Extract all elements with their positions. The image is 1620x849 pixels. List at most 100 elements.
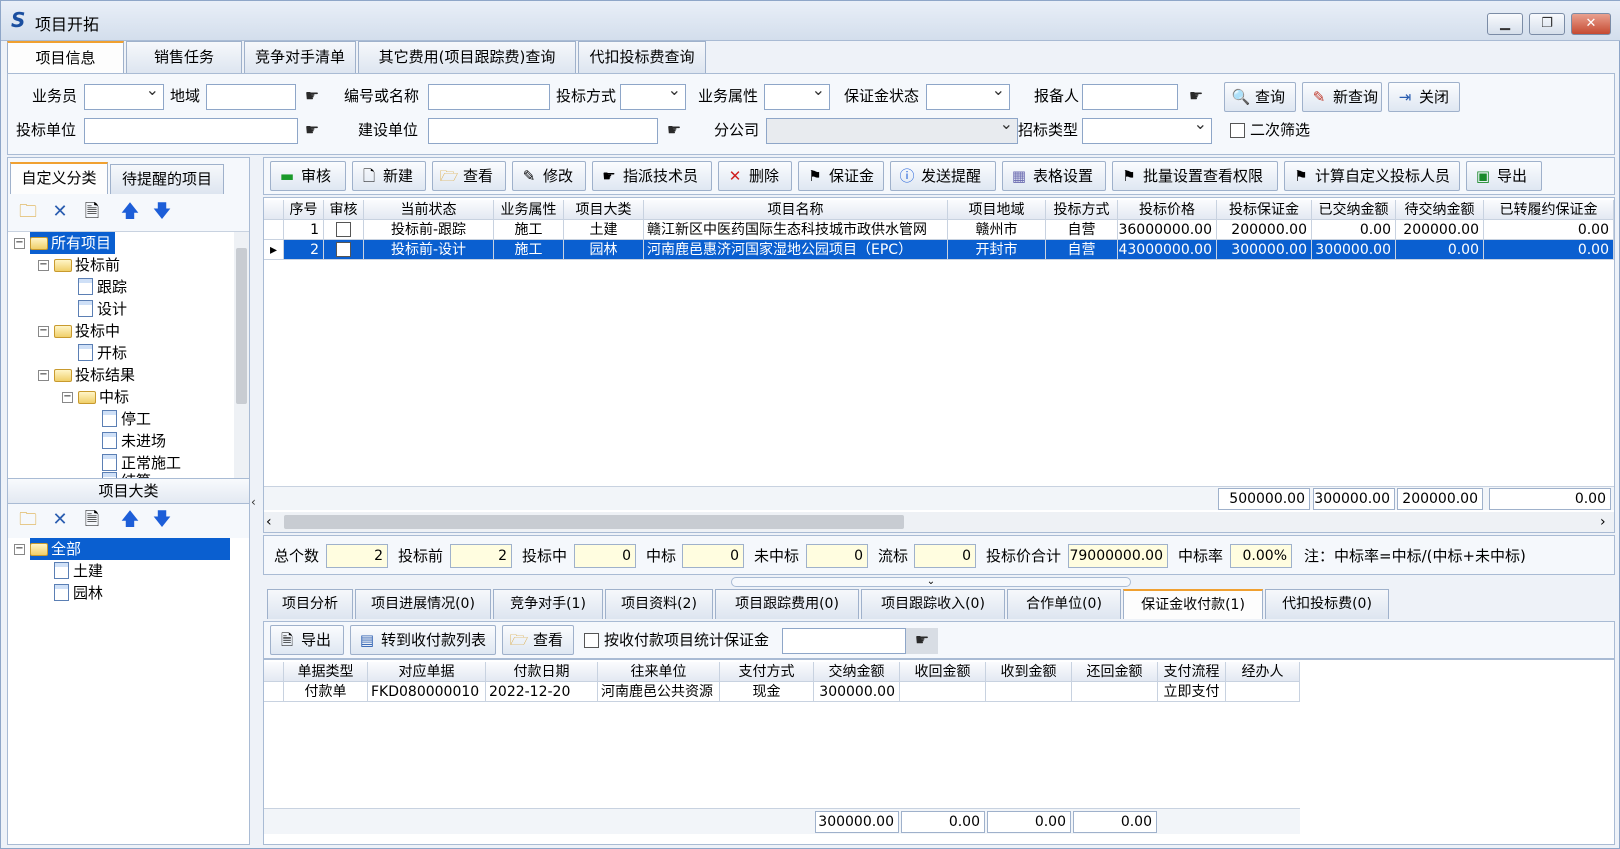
tree-node[interactable]: 投标结果: [54, 364, 135, 386]
second-filter-checkbox[interactable]: [1230, 123, 1245, 138]
tab-tracking-cost[interactable]: 项目跟踪费用(0): [715, 589, 859, 619]
tree-node[interactable]: 设计: [78, 298, 127, 320]
delete-icon[interactable]: ✕: [46, 506, 74, 534]
reporter-input[interactable]: [1082, 84, 1178, 110]
batch-permission-button[interactable]: ⚑ 批量设置查看权限: [1112, 161, 1278, 191]
column-header[interactable]: 项目地域: [948, 200, 1046, 220]
tab-tracking-income[interactable]: 项目跟踪收入(0): [861, 589, 1005, 619]
edit-icon[interactable]: 🗎: [78, 198, 106, 226]
column-header[interactable]: 当前状态: [364, 200, 494, 220]
bid-unit-input[interactable]: [84, 118, 298, 144]
column-header[interactable]: 交纳金额: [814, 662, 900, 682]
region-pick-icon[interactable]: ☛: [298, 84, 326, 110]
biz-attr-select[interactable]: [764, 80, 830, 110]
move-up-icon[interactable]: 🡅: [116, 506, 144, 534]
new-button[interactable]: 🗋 新建: [352, 161, 426, 191]
bottom-view-button[interactable]: 🗁 查看: [502, 625, 574, 655]
add-folder-icon[interactable]: 🗀: [14, 198, 42, 226]
tree-node[interactable]: 停工: [102, 408, 151, 430]
column-header[interactable]: 付款日期: [486, 662, 598, 682]
collapse-icon[interactable]: −: [38, 370, 49, 381]
column-header[interactable]: 收回金额: [900, 662, 986, 682]
add-folder-icon[interactable]: 🗀: [14, 506, 42, 534]
column-header[interactable]: 已转履约保证金: [1484, 200, 1614, 220]
column-header[interactable]: 项目名称: [644, 200, 948, 220]
horizontal-scrollbar[interactable]: ‹ ›: [264, 512, 1614, 532]
tab-materials[interactable]: 项目资料(2): [605, 589, 713, 619]
tab-progress[interactable]: 项目进展情况(0): [355, 589, 491, 619]
stat-by-payment-input[interactable]: [782, 628, 906, 654]
tab-other-fees[interactable]: 其它费用(项目跟踪费)查询: [358, 41, 576, 73]
collapse-icon[interactable]: −: [62, 392, 73, 403]
region-input[interactable]: [206, 84, 296, 110]
code-name-input[interactable]: [428, 84, 550, 110]
send-reminder-button[interactable]: ⓘ 发送提醒: [890, 161, 996, 191]
move-down-icon[interactable]: 🡇: [148, 506, 176, 534]
splitter-arrow-icon[interactable]: ‹: [251, 491, 259, 513]
column-header[interactable]: 投标方式: [1046, 200, 1118, 220]
edit-icon[interactable]: 🗎: [78, 506, 106, 534]
to-payment-list-button[interactable]: ▤ 转到收付款列表: [350, 625, 496, 655]
scrollbar-thumb[interactable]: [236, 248, 247, 404]
export-button[interactable]: ▣ 导出: [1466, 161, 1542, 191]
collapse-icon[interactable]: −: [14, 238, 25, 249]
new-query-button[interactable]: ✎ 新查询: [1302, 82, 1382, 112]
tree-node[interactable]: 跟踪: [78, 276, 127, 298]
tab-withheld-bid-fee[interactable]: 代扣投标费(0): [1265, 589, 1389, 619]
salesman-select[interactable]: [84, 80, 164, 110]
reporter-pick-icon[interactable]: ☛: [1182, 84, 1210, 110]
collapse-icon[interactable]: −: [38, 260, 49, 271]
tree-node[interactable]: 土建: [54, 560, 103, 582]
collapse-icon[interactable]: −: [38, 326, 49, 337]
edit-button[interactable]: ✎ 修改: [512, 161, 586, 191]
approve-checkbox[interactable]: [336, 222, 351, 237]
approve-checkbox[interactable]: [336, 242, 351, 257]
query-button[interactable]: 🔍 查询: [1224, 82, 1296, 112]
tab-project-analysis[interactable]: 项目分析: [267, 589, 353, 619]
build-unit-input[interactable]: [428, 118, 658, 144]
branch-select[interactable]: [766, 114, 1018, 144]
column-header[interactable]: 还回金额: [1072, 662, 1158, 682]
move-up-icon[interactable]: 🡅: [116, 198, 144, 226]
calc-bidders-button[interactable]: ⚑ 计算自定义投标人员: [1284, 161, 1460, 191]
column-header[interactable]: 投标保证金: [1217, 200, 1312, 220]
deposit-status-select[interactable]: [926, 80, 1010, 110]
minimize-button[interactable]: ▁: [1487, 13, 1523, 35]
tab-rivals[interactable]: 竞争对手(1): [493, 589, 603, 619]
tree-node[interactable]: 园林: [54, 582, 103, 604]
tab-competitors[interactable]: 竞争对手清单: [244, 41, 356, 73]
tab-deposit-payments[interactable]: 保证金收付款(1): [1123, 589, 1263, 619]
tree-node[interactable]: 全部: [30, 538, 230, 560]
scrollbar-thumb[interactable]: [284, 515, 904, 529]
stat-by-payment-checkbox[interactable]: [584, 633, 599, 648]
tree-node[interactable]: 所有项目: [30, 232, 116, 254]
collapse-icon[interactable]: −: [14, 544, 25, 555]
tree-node[interactable]: 投标前: [54, 254, 120, 276]
maximize-button[interactable]: ❐: [1529, 13, 1565, 35]
view-button[interactable]: 🗁 查看: [432, 161, 506, 191]
cell-approve[interactable]: [324, 220, 364, 240]
close-button[interactable]: ⇥ 关闭: [1388, 82, 1460, 112]
tab-custom-category[interactable]: 自定义分类: [10, 162, 108, 194]
column-header[interactable]: 支付流程: [1158, 662, 1226, 682]
column-header[interactable]: 往来单位: [598, 662, 720, 682]
tab-sales-task[interactable]: 销售任务: [126, 41, 242, 73]
approve-button[interactable]: ▬ 审核: [270, 161, 346, 191]
tree-scrollbar[interactable]: [234, 232, 249, 478]
table-settings-button[interactable]: ▦ 表格设置: [1002, 161, 1106, 191]
assign-tech-button[interactable]: ☛ 指派技术员: [592, 161, 712, 191]
bid-unit-pick-icon[interactable]: ☛: [298, 118, 326, 144]
column-header[interactable]: 经办人: [1226, 662, 1300, 682]
deposit-button[interactable]: ⚑ 保证金: [798, 161, 884, 191]
tab-withheld-fees[interactable]: 代扣投标费查询: [578, 41, 706, 73]
tab-project-info[interactable]: 项目信息: [7, 41, 124, 74]
tree-node[interactable]: 开标: [78, 342, 127, 364]
tree-node[interactable]: 投标中: [54, 320, 120, 342]
delete-icon[interactable]: ✕: [46, 198, 74, 226]
tab-pending-reminders[interactable]: 待提醒的项目: [110, 164, 224, 194]
close-window-button[interactable]: ✕: [1571, 13, 1611, 35]
column-header[interactable]: 待交纳金额: [1396, 200, 1484, 220]
tender-type-select[interactable]: [1082, 114, 1212, 144]
column-header[interactable]: 已交纳金额: [1312, 200, 1396, 220]
scroll-right-icon[interactable]: ›: [1600, 512, 1606, 532]
